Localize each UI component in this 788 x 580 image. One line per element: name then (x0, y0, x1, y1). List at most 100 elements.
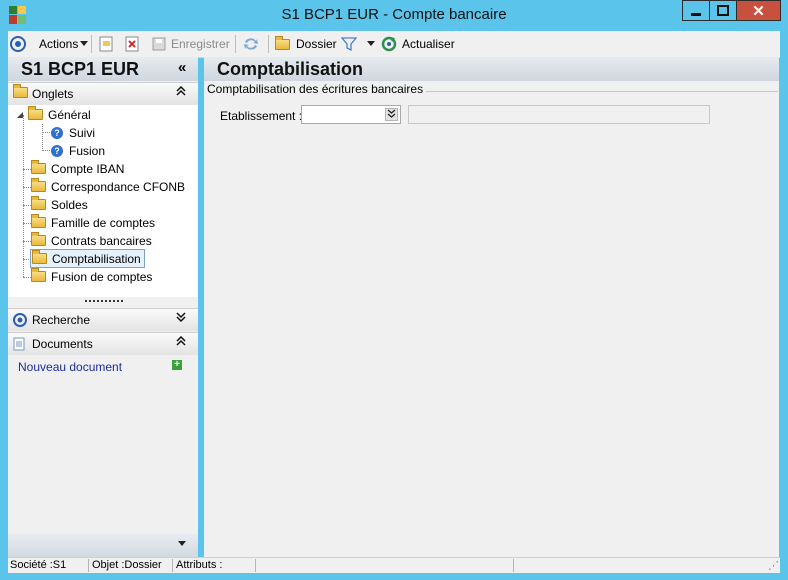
help-icon: ? (51, 144, 63, 157)
tree-item-label: Compte IBAN (51, 161, 125, 176)
filter-dropdown-button[interactable] (367, 31, 376, 57)
open-folder-icon (32, 250, 47, 264)
tree-item-label: Contrats bancaires (51, 233, 152, 248)
etablissement-description-field (408, 105, 710, 124)
filter-button[interactable] (341, 31, 357, 57)
collapse-section-icon (176, 85, 186, 99)
folder-icon (13, 84, 28, 98)
tree-item-comptabilisation[interactable]: Comptabilisation (30, 249, 145, 268)
refresh-button[interactable]: Actualiser (381, 31, 455, 57)
tree-item-famille-de-comptes[interactable]: Famille de comptes (31, 214, 155, 231)
tabs-section-header[interactable]: Onglets (8, 82, 198, 105)
title-bar[interactable]: S1 BCP1 EUR - Compte bancaire ✕ (0, 0, 788, 31)
chevron-down-icon (178, 539, 187, 549)
splitter-grip[interactable] (85, 300, 123, 302)
tabs-tree: Général ? Suivi ? Fusion Compte IBAN Cor… (8, 105, 198, 297)
dropdown-arrow-icon (80, 41, 89, 46)
add-document-icon[interactable]: + (172, 360, 182, 370)
tree-item-contrats-bancaires[interactable]: Contrats bancaires (31, 232, 152, 249)
folder-icon (275, 35, 290, 50)
etablissement-select[interactable] (301, 105, 401, 124)
status-societe: Société :S1 (10, 559, 67, 571)
filter-icon (341, 37, 357, 52)
delete-button[interactable] (124, 31, 140, 57)
navigation-circle-icon (10, 36, 26, 52)
folder-icon (28, 106, 43, 120)
help-icon: ? (51, 126, 63, 139)
folder-icon (31, 268, 46, 282)
tree-item-label: Général (48, 107, 91, 122)
toolbar: Actions Enregistrer Dossier Actualiser (8, 31, 780, 58)
maximize-icon (717, 4, 729, 16)
group-divider (426, 91, 778, 92)
expander-icon (17, 111, 23, 118)
tree-item-compte-iban[interactable]: Compte IBAN (31, 160, 124, 177)
resize-grip-icon[interactable]: ⋰ (768, 559, 779, 572)
tree-item-label: Fusion de comptes (51, 269, 153, 284)
document-icon (13, 337, 25, 351)
main-pane: Comptabilisation Comptabilisation des éc… (204, 57, 779, 557)
save-button[interactable]: Enregistrer (151, 31, 230, 57)
documents-section-header[interactable]: Documents (8, 332, 198, 355)
documents-panel: Nouveau document + (8, 355, 198, 535)
save-label: Enregistrer (171, 37, 230, 51)
search-section-label: Recherche (32, 313, 91, 327)
tree-item-label: Famille de comptes (51, 215, 156, 230)
folder-button[interactable]: Dossier (275, 31, 337, 57)
page-title: Comptabilisation (217, 59, 364, 79)
double-chevron-down-icon[interactable] (385, 108, 398, 121)
folder-icon (31, 178, 46, 192)
tree-item-label: Fusion (69, 143, 106, 158)
dropdown-arrow-icon (367, 41, 375, 46)
folder-icon (31, 196, 46, 210)
tree-item-label: Comptabilisation (52, 251, 141, 266)
folder-icon (31, 214, 46, 228)
close-button[interactable]: ✕ (736, 0, 781, 21)
tree-item-label: Soldes (51, 197, 88, 212)
documents-section-label: Documents (32, 337, 93, 351)
tree-item-label: Suivi (69, 125, 96, 140)
new-document-link[interactable]: Nouveau document (18, 360, 122, 374)
status-objet: Objet :Dossier (92, 559, 162, 571)
minimize-button[interactable] (682, 0, 710, 21)
folder-icon (31, 232, 46, 246)
actions-menu-button[interactable]: Actions (39, 31, 89, 57)
refresh-icon (381, 36, 397, 52)
refresh-label: Actualiser (402, 37, 455, 51)
status-bar: Société :S1 Objet :Dossier Attributs : ⋰ (8, 557, 780, 573)
tree-item-fusion[interactable]: ? Fusion (51, 142, 105, 159)
group-title: Comptabilisation des écritures bancaires (207, 82, 424, 96)
object-title: S1 BCP1 EUR (21, 59, 140, 79)
window-title: S1 BCP1 EUR - Compte bancaire (281, 6, 507, 23)
collapse-section-icon (176, 335, 186, 349)
expand-section-icon (176, 311, 186, 325)
tree-item-suivi[interactable]: ? Suivi (51, 124, 95, 141)
new-button[interactable] (98, 31, 114, 57)
tree-item-label: Correspondance CFONB (51, 179, 186, 194)
left-pane-footer[interactable] (8, 534, 198, 557)
search-section-icon (13, 313, 27, 327)
left-pane: S1 BCP1 EUR « Onglets Général ? Suivi ? … (8, 57, 198, 557)
tabs-section-label: Onglets (32, 87, 74, 101)
tree-item-fusion-de-comptes[interactable]: Fusion de comptes (31, 268, 152, 285)
maximize-button[interactable] (709, 0, 737, 21)
folder-icon (31, 160, 46, 174)
save-icon (152, 37, 166, 51)
search-section-header[interactable]: Recherche (8, 308, 198, 331)
new-document-icon (99, 36, 113, 52)
object-header: S1 BCP1 EUR « (8, 57, 198, 81)
tree-item-general[interactable]: Général (16, 106, 91, 123)
sync-button[interactable] (242, 31, 260, 57)
tree-item-correspondance-cfonb[interactable]: Correspondance CFONB (31, 178, 185, 195)
collapse-pane-button[interactable]: « (178, 59, 186, 76)
sync-icon (244, 38, 258, 50)
page-header: Comptabilisation (204, 57, 779, 81)
folder-label: Dossier (296, 37, 337, 51)
tree-item-soldes[interactable]: Soldes (31, 196, 88, 213)
actions-label: Actions (39, 37, 79, 51)
etablissement-label: Etablissement : (220, 109, 303, 123)
minimize-icon (691, 12, 701, 16)
close-icon: ✕ (752, 2, 765, 20)
nav-button[interactable] (10, 31, 26, 57)
delete-icon (125, 36, 139, 52)
